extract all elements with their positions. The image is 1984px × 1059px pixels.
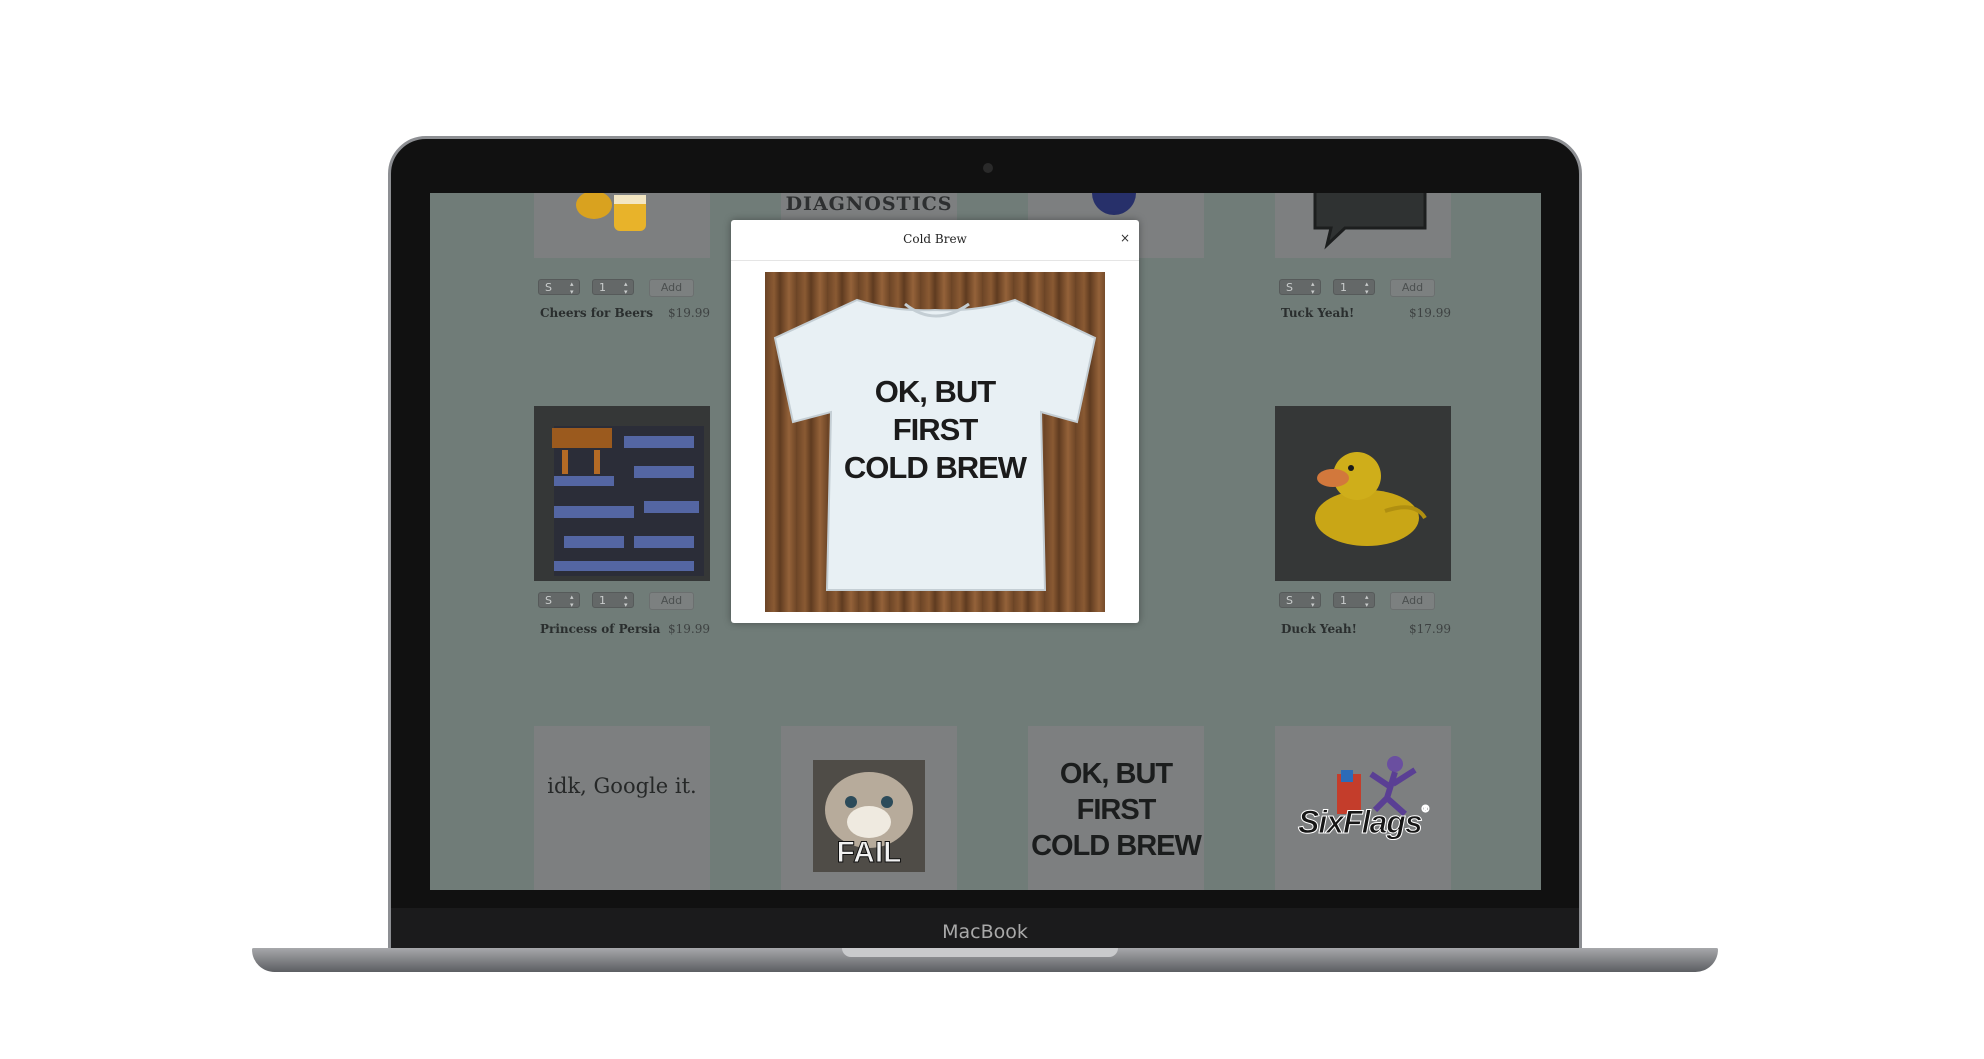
cold-brew-line-1: OK, BUT [1059,758,1173,790]
tuck-controls: S 1 Add [1279,279,1449,297]
duck-controls: S 1 Add [1279,592,1449,610]
modal-title: Cold Brew [903,232,967,246]
product-name[interactable]: Tuck Yeah! [1281,306,1354,320]
camera-icon [983,163,993,173]
product-image[interactable]: FAIL [781,726,957,890]
screen: S 1 Add Cheers for Beers $19.99 DIAGNOST… [430,193,1541,890]
shirt-line-3: COLD BREW [843,450,1027,485]
trademark-mark: ® [1421,804,1430,816]
add-button[interactable]: Add [1390,279,1435,297]
product-name[interactable]: Cheers for Beers [540,306,653,320]
product-image[interactable] [1275,193,1451,258]
modal-product-image: OK, BUT FIRST COLD BREW [765,272,1105,612]
quantity-select[interactable]: 1 [1333,592,1375,609]
product-price: $19.99 [668,306,710,320]
fail-text: FAIL [836,836,902,870]
diagnostics-text: DIAGNOSTICS [785,193,953,215]
laptop-base [252,948,1718,972]
size-select[interactable]: S [538,592,580,609]
rubber-duck-icon [1315,452,1427,546]
product-image[interactable] [534,406,710,581]
pixel-game-art-icon [552,426,704,576]
product-image[interactable]: SixFlags® [1275,726,1451,890]
princess-controls: S 1 Add [538,592,708,610]
add-button[interactable]: Add [649,279,694,297]
product-name[interactable]: Princess of Persia [540,622,660,636]
size-select[interactable]: S [1279,592,1321,609]
google-it-text: idk, Google it. [547,774,697,798]
size-select[interactable]: S [1279,279,1321,296]
add-button[interactable]: Add [649,592,694,610]
product-image[interactable]: idk, Google it. [534,726,710,890]
product-image[interactable] [534,193,710,258]
product-price: $19.99 [668,622,710,636]
bezel-bottom: MacBook [391,908,1579,953]
add-button[interactable]: Add [1390,592,1435,610]
speech-bubble-icon [1313,193,1427,250]
size-select[interactable]: S [538,279,580,296]
product-image[interactable]: OK, BUT FIRST COLD BREW [1028,726,1204,890]
six-flags-wordmark: SixFlags [1298,804,1424,841]
quantity-select[interactable]: 1 [592,592,634,609]
beer-mugs-icon [576,193,646,231]
shirt-line-1: OK, BUT [874,374,996,409]
shirt-line-2: FIRST [892,412,979,447]
cold-brew-line-2: FIRST [1076,794,1157,826]
hinge-notch [842,948,1118,957]
product-price: $17.99 [1409,622,1451,636]
modal-header: Cold Brew × [731,220,1139,261]
quantity-select[interactable]: 1 [592,279,634,296]
device-brand-label: MacBook [942,921,1028,943]
cheers-controls: S 1 Add [538,279,708,297]
product-name[interactable]: Duck Yeah! [1281,622,1357,636]
quantity-select[interactable]: 1 [1333,279,1375,296]
cold-brew-line-3: COLD BREW [1031,830,1202,862]
six-flags-text: SixFlags® [1275,804,1451,841]
product-price: $19.99 [1409,306,1451,320]
product-image[interactable] [1275,406,1451,581]
close-icon[interactable]: × [1120,231,1130,245]
product-modal: Cold Brew × OK, BUT FIRST COLD BREW [731,220,1139,623]
